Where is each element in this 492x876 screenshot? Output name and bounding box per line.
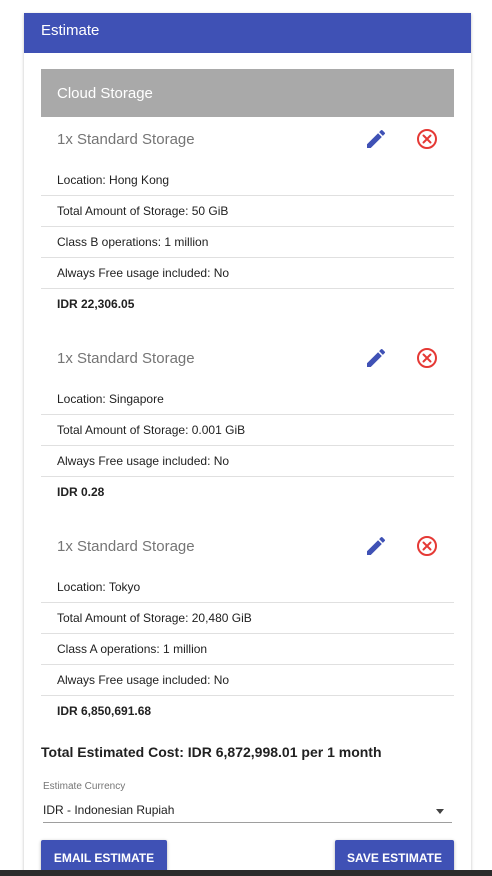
item-detail: Total Amount of Storage: 20,480 GiB: [41, 603, 454, 634]
dropdown-arrow-icon: [436, 809, 444, 814]
currency-select[interactable]: IDR - Indonesian Rupiah: [43, 798, 452, 823]
item-detail: Class B operations: 1 million: [41, 227, 454, 258]
item-title: 1x Standard Storage: [57, 350, 195, 367]
item-cost: IDR 0.28: [57, 485, 105, 499]
item-detail: Location: Singapore: [41, 384, 454, 415]
item-detail: Location: Tokyo: [41, 572, 454, 603]
item-cost: IDR 6,850,691.68: [57, 704, 152, 718]
estimate-item: 1x Standard Storage Location: Singapore …: [41, 336, 454, 508]
section-header: Cloud Storage: [41, 69, 454, 117]
estimate-item: 1x Standard Storage Location: Hong Kong …: [41, 117, 454, 320]
pencil-icon[interactable]: [364, 534, 388, 558]
item-detail: Always Free usage included: No: [41, 258, 454, 289]
estimate-card: Estimate Cloud Storage 1x Standard Stora…: [24, 13, 471, 876]
item-header: 1x Standard Storage: [41, 336, 454, 384]
item-detail: Always Free usage included: No: [41, 446, 454, 477]
pencil-icon[interactable]: [364, 346, 388, 370]
bottom-bar: [0, 870, 492, 876]
close-circle-icon[interactable]: [415, 127, 439, 151]
item-title: 1x Standard Storage: [57, 131, 195, 148]
item-cost: IDR 22,306.05: [57, 297, 135, 311]
estimate-item: 1x Standard Storage Location: Tokyo Tota…: [41, 524, 454, 727]
close-circle-icon[interactable]: [415, 346, 439, 370]
total-estimated-cost: Total Estimated Cost: IDR 6,872,998.01 p…: [41, 744, 382, 760]
currency-value: IDR - Indonesian Rupiah: [43, 803, 175, 817]
item-detail: Total Amount of Storage: 0.001 GiB: [41, 415, 454, 446]
item-title: 1x Standard Storage: [57, 538, 195, 555]
item-detail: Location: Hong Kong: [41, 165, 454, 196]
item-detail: Class A operations: 1 million: [41, 634, 454, 665]
close-circle-icon[interactable]: [415, 534, 439, 558]
item-detail: Always Free usage included: No: [41, 665, 454, 696]
pencil-icon[interactable]: [364, 127, 388, 151]
estimate-header: Estimate: [24, 13, 471, 53]
item-header: 1x Standard Storage: [41, 117, 454, 165]
item-header: 1x Standard Storage: [41, 524, 454, 572]
item-detail: Total Amount of Storage: 50 GiB: [41, 196, 454, 227]
currency-label: Estimate Currency: [43, 781, 126, 792]
